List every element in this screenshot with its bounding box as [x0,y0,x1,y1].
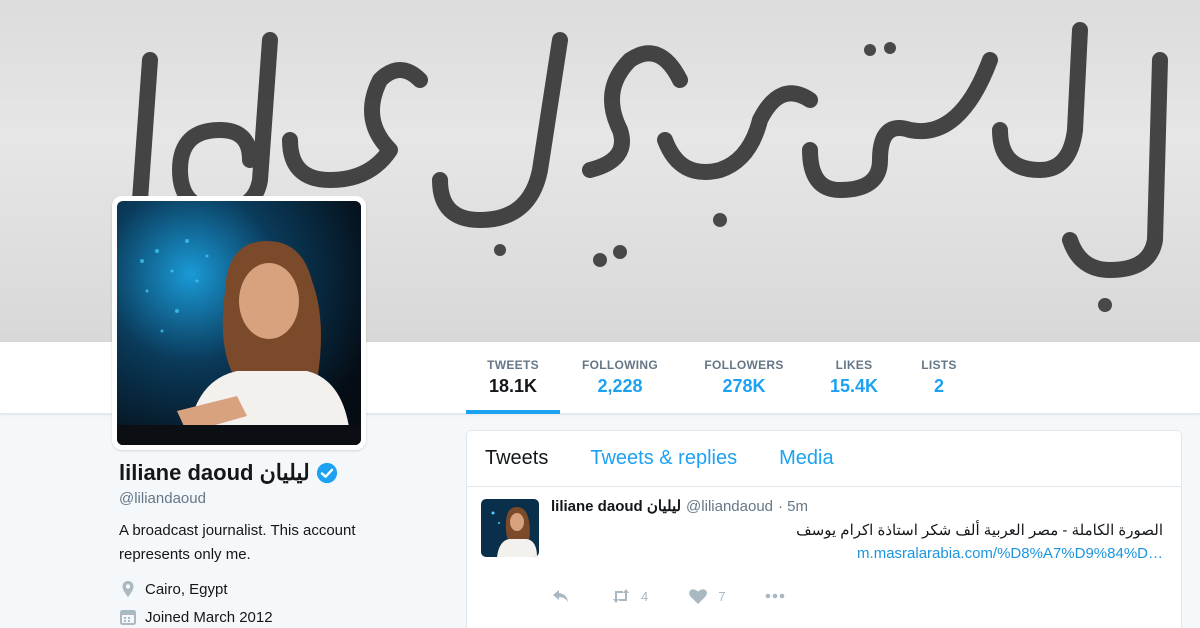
calendar-icon [120,610,136,625]
profile-joined: Joined March 2012 [119,607,419,627]
profile-display-name[interactable]: liliane daoud ليليان [119,460,310,486]
timeline: Tweets Tweets & replies Media liliane da… [466,430,1182,628]
reply-button[interactable] [551,587,571,605]
stat-followers[interactable]: FOLLOWERS 278K [682,342,806,414]
profile-location-text: Cairo, Egypt [145,580,228,598]
tweet-header: liliane daoud ليليان @liliandaoud · 5m [551,497,1167,516]
profile-avatar[interactable] [112,196,366,450]
retweet-button[interactable]: 4 [611,587,648,605]
profile-name-row: liliane daoud ليليان [119,460,419,486]
stat-following[interactable]: FOLLOWING 2,228 [560,342,680,414]
tab-tweets[interactable]: Tweets [485,447,548,470]
tweet-actions: 4 7 [551,587,825,605]
stat-likes-label: LIKES [835,358,873,372]
tweet-author-handle[interactable]: @liliandaoud [686,498,773,515]
stat-lists[interactable]: LISTS 2 [902,342,976,414]
profile-location: Cairo, Egypt [119,579,419,599]
stat-likes-value: 15.4K [829,376,879,396]
retweet-icon [613,589,629,603]
heart-icon [689,589,708,604]
timeline-tabs: Tweets Tweets & replies Media [467,431,1181,487]
stat-tweets-label: TWEETS [487,358,539,372]
verified-badge-icon [316,462,337,484]
like-button[interactable]: 7 [688,587,725,605]
profile-joined-text: Joined March 2012 [145,608,273,626]
profile-handle[interactable]: @liliandaoud [119,490,419,507]
stat-likes[interactable]: LIKES 15.4K [808,342,900,414]
stat-following-label: FOLLOWING [581,358,659,372]
tab-tweets-and-replies[interactable]: Tweets & replies [590,447,737,470]
tweet-link[interactable]: m.masralarabia.com/%D8%A7%D9%84%D… [551,545,1163,562]
tweet-timestamp[interactable]: · 5m [778,498,808,515]
stat-followers-label: FOLLOWERS [704,358,784,372]
tweet-text: الصورة الكاملة - مصر العربية ألف شكر است… [796,522,1163,539]
tweet-author-name[interactable]: liliane daoud ليليان [551,497,681,515]
stat-followers-value: 278K [722,376,766,396]
profile-bio: A broadcast journalist. This account rep… [119,522,356,563]
like-count: 7 [718,588,726,604]
map-pin-icon [122,581,134,597]
stat-tweets[interactable]: TWEETS 18.1K [466,342,560,414]
stat-following-value: 2,228 [597,376,643,396]
reply-icon [553,590,568,602]
profile-photo [117,201,361,445]
tweet-item[interactable]: liliane daoud ليليان @liliandaoud · 5m ا… [467,487,1181,628]
stat-lists-value: 2 [933,376,944,396]
stat-lists-label: LISTS [921,358,957,372]
tab-media[interactable]: Media [779,447,833,470]
profile-card: liliane daoud ليليان @liliandaoud A broa… [119,460,419,627]
tweet-avatar[interactable] [481,499,539,557]
stat-tweets-value: 18.1K [488,376,538,396]
more-dots-icon [766,593,785,599]
more-button[interactable] [765,587,785,605]
retweet-count: 4 [641,588,649,604]
